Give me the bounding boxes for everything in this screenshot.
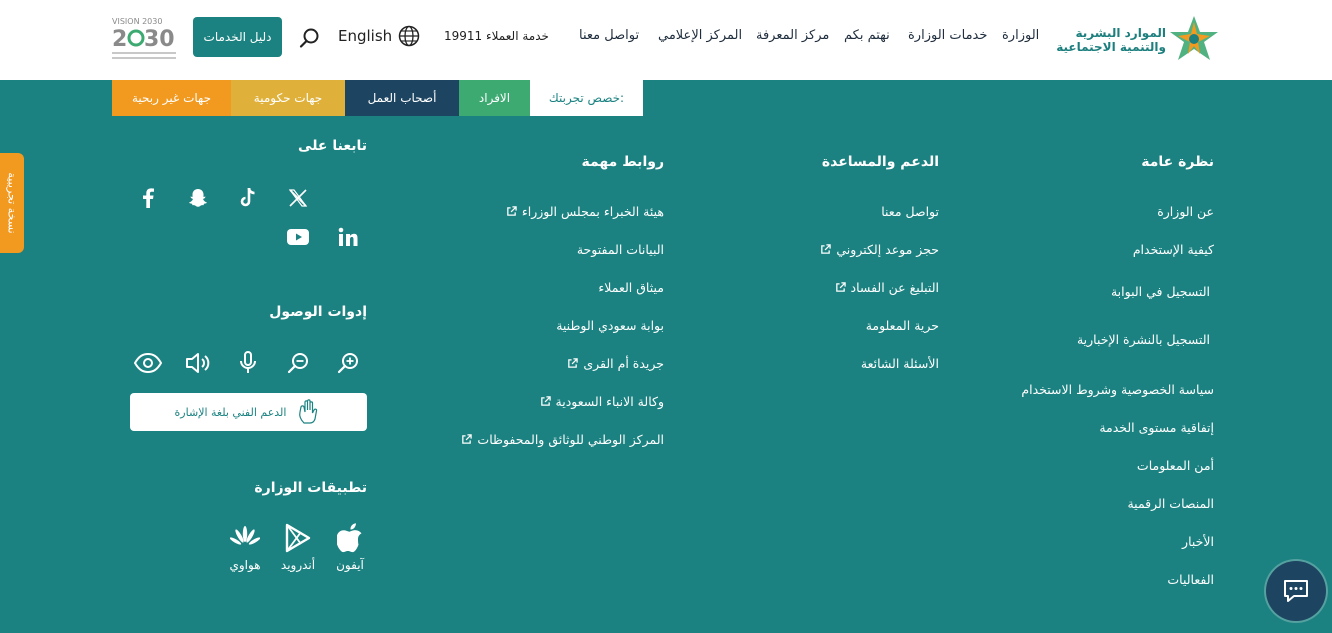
apple-icon: [337, 523, 362, 553]
youtube-icon[interactable]: [286, 225, 310, 249]
important-link-open-data[interactable]: البيانات المفتوحة: [577, 242, 664, 257]
segment-government[interactable]: جهات حكومية: [231, 80, 345, 116]
svg-text:30: 30: [144, 27, 175, 52]
speaker-icon[interactable]: [184, 349, 212, 377]
sign-language-label: الدعم الفني بلغة الإشارة: [174, 405, 287, 419]
important-link-customer-charter[interactable]: ميثاق العملاء: [598, 280, 664, 295]
overview-title: نظرة عامة: [1141, 154, 1214, 170]
overview-link-events[interactable]: الفعاليات: [1167, 572, 1214, 587]
accessibility-tools-title: إدوات الوصول: [269, 304, 367, 320]
snapchat-icon[interactable]: [186, 186, 210, 210]
external-link-icon: [540, 396, 551, 406]
overview-link-how-to-use[interactable]: كيفية الإستخدام: [1133, 242, 1214, 257]
important-links-title: روابط مهمة: [581, 154, 664, 170]
tiktok-icon[interactable]: [236, 186, 260, 210]
services-guide-button[interactable]: دليل الخدمات: [193, 17, 282, 57]
sign-language-support-button[interactable]: الدعم الفني بلغة الإشارة: [130, 393, 367, 431]
external-link-icon: [821, 244, 832, 254]
nav-knowledge-center[interactable]: مركز المعرفة: [756, 28, 829, 43]
overview-link-privacy[interactable]: سياسة الخصوصية وشروط الاستخدام: [1021, 382, 1214, 397]
important-link-experts[interactable]: هيئة الخبراء بمجلس الوزراء: [506, 204, 664, 219]
chat-widget-button[interactable]: [1266, 561, 1326, 621]
overview-link-newsletter[interactable]: التسجيل بالنشرة الإخبارية: [1077, 332, 1210, 347]
segment-individuals[interactable]: الافراد: [459, 80, 530, 116]
external-link-icon: [507, 206, 517, 216]
segment-employers[interactable]: أصحاب العمل: [345, 80, 459, 116]
hand-sign-icon: [299, 399, 318, 424]
svg-text:2: 2: [112, 27, 127, 52]
zoom-out-icon[interactable]: [284, 349, 312, 377]
support-link-faq[interactable]: الأسئلة الشائعة: [861, 356, 939, 371]
beta-version-label: نسخة تجريبية: [5, 172, 19, 234]
iphone-app-link[interactable]: آيفون: [328, 522, 372, 572]
search-icon: [299, 28, 319, 48]
segment-nonprofit[interactable]: جهات غير ربحية: [112, 80, 231, 116]
facebook-icon[interactable]: [136, 186, 160, 210]
chat-bubble-icon: [1284, 580, 1308, 602]
search-button[interactable]: [298, 26, 322, 50]
nav-services[interactable]: خدمات الوزارة: [908, 28, 987, 43]
x-twitter-icon[interactable]: [286, 186, 310, 210]
language-switch[interactable]: English: [338, 25, 420, 47]
support-link-appointment[interactable]: حجز موعد إلكتروني: [820, 242, 939, 257]
important-link-saudi-portal[interactable]: بوابة سعودي الوطنية: [556, 318, 664, 333]
important-link-umm-al-qura[interactable]: جريدة أم القرى: [567, 356, 664, 371]
customize-experience-label: خصص تجربتك:: [530, 80, 643, 116]
zoom-in-icon[interactable]: [334, 349, 362, 377]
nav-media-center[interactable]: المركز الإعلامي: [658, 28, 742, 43]
linkedin-icon[interactable]: [336, 225, 360, 249]
android-app-link[interactable]: أندرويد: [276, 522, 320, 572]
vision-2030-wordmark: VISION 2030: [112, 17, 162, 26]
huawei-icon: [230, 526, 260, 545]
overview-link-digital-platforms[interactable]: المنصات الرقمية: [1127, 496, 1214, 511]
overview-link-portal-registration[interactable]: التسجيل في البوابة: [1111, 284, 1210, 299]
ministry-logo[interactable]: الموارد البشرية والتنمية الاجتماعية: [1056, 12, 1222, 64]
customer-service-hotline[interactable]: خدمة العملاء 19911: [444, 29, 549, 43]
microphone-icon[interactable]: [234, 349, 262, 377]
external-link-icon: [835, 282, 846, 292]
nav-ministry[interactable]: الوزارة: [1002, 28, 1039, 43]
support-title: الدعم والمساعدة: [821, 154, 939, 170]
huawei-label: هواوي: [229, 558, 261, 572]
logo-emblem-icon: [1170, 16, 1218, 60]
support-link-freedom-of-info[interactable]: حرية المعلومة: [866, 318, 939, 333]
google-play-icon: [285, 523, 311, 553]
vision-2030-logo: VISION 2030 2 30: [112, 14, 178, 62]
external-link-icon: [462, 434, 473, 444]
huawei-app-link[interactable]: هواوي: [223, 522, 267, 572]
nav-we-care[interactable]: نهتم بكم: [844, 28, 890, 43]
language-label: English: [338, 27, 393, 45]
globe-icon: [398, 25, 420, 47]
important-link-spa[interactable]: وكالة الانباء السعودية: [540, 394, 664, 409]
support-link-report-corruption[interactable]: التبليغ عن الفساد: [835, 280, 939, 295]
logo-text: الموارد البشرية والتنمية الاجتماعية: [1056, 26, 1166, 54]
nav-contact-us[interactable]: تواصل معنا: [579, 28, 639, 43]
eye-icon[interactable]: [134, 349, 162, 377]
overview-link-news[interactable]: الأخبار: [1182, 534, 1214, 549]
beta-version-tab[interactable]: نسخة تجريبية: [0, 153, 24, 253]
external-link-icon: [568, 358, 579, 368]
ministry-apps-title: تطبيقات الوزارة: [254, 480, 367, 496]
support-link-contact[interactable]: تواصل معنا: [881, 204, 939, 219]
iphone-label: آيفون: [336, 558, 364, 572]
overview-link-sla[interactable]: إتفاقية مستوى الخدمة: [1099, 420, 1214, 435]
important-link-national-archives[interactable]: المركز الوطني للوثائق والمحفوظات: [461, 432, 664, 447]
android-label: أندرويد: [280, 558, 316, 572]
overview-link-infosec[interactable]: أمن المعلومات: [1137, 458, 1214, 473]
site-header: الموارد البشرية والتنمية الاجتماعية الوز…: [0, 0, 1332, 80]
overview-link-about[interactable]: عن الوزارة: [1157, 204, 1214, 219]
follow-us-title: تابعنا على: [298, 138, 367, 154]
